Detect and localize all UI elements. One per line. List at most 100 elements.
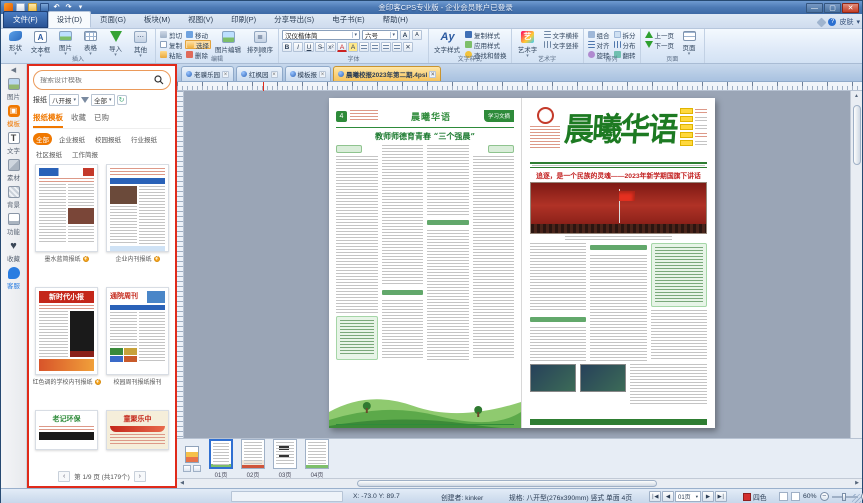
prev-page-button[interactable]: 上一页	[644, 30, 676, 39]
scroll-right-icon[interactable]: ▶	[852, 479, 862, 488]
insert-import-button[interactable]: 导入 ▾	[104, 30, 127, 56]
page-select[interactable]: 01页 ▾	[675, 491, 701, 502]
template-item[interactable]: 企业内刊报纸 ¥	[106, 164, 169, 281]
tab-favorites[interactable]: 收藏	[71, 110, 86, 128]
page-manager-button[interactable]: 页面 ▾	[677, 30, 701, 56]
paper-size-select[interactable]: 八开报 ▾	[49, 94, 79, 106]
newspaper-page-right[interactable]: 晨曦华语 追逐，是一个民族的灵魂——2023年新学期国旗下讲话	[522, 98, 715, 428]
newspaper-page-left[interactable]: 4 晨曦华语 学习文摘 教师师德育青春 “三个强晨”	[329, 98, 522, 428]
text-style-button[interactable]: Ay 文字样式	[432, 30, 462, 56]
color-mode[interactable]: 四色	[743, 491, 767, 502]
insert-shape-button[interactable]: 形状 ▾	[4, 30, 27, 56]
rail-item-functions[interactable]: 功能	[2, 213, 26, 236]
align-objects-button[interactable]: 对齐	[587, 40, 611, 49]
cut-button[interactable]: 剪切	[159, 30, 183, 39]
shrink-font-button[interactable]: A	[412, 30, 422, 40]
align-right-button[interactable]	[381, 42, 391, 52]
page-spread[interactable]: 4 晨曦华语 学习文摘 教师师德育青春 “三个强晨”	[329, 98, 715, 428]
copy-button[interactable]: 复制	[159, 40, 183, 49]
template-item[interactable]: 老记环保	[35, 410, 98, 468]
help-icon[interactable]: ?	[828, 18, 836, 26]
style-icon[interactable]	[817, 17, 827, 27]
vertical-scrollbar[interactable]: ▲	[850, 91, 862, 438]
wordart-button[interactable]: 艺 艺术字 ▾	[515, 30, 541, 56]
chip-community[interactable]: 社区报纸	[33, 148, 65, 160]
distribute-button[interactable]: 分布	[613, 40, 637, 49]
search-box[interactable]	[33, 70, 171, 90]
chip-industry[interactable]: 行业报纸	[128, 133, 160, 145]
text-horizontal-button[interactable]: 文字横排	[543, 30, 580, 39]
template-item[interactable]: 新时代小报 红色调的学校内刊报纸 ¥	[35, 287, 98, 404]
filter-funnel-icon[interactable]	[81, 97, 89, 103]
tab-ebook[interactable]: 电子书(E)	[323, 11, 374, 28]
horizontal-scrollbar[interactable]: ◀ ▶	[177, 478, 862, 488]
close-tab-icon[interactable]: ×	[271, 71, 278, 78]
skin-menu[interactable]: 皮肤	[839, 17, 853, 27]
page-thumbnail[interactable]: 04页	[305, 439, 329, 479]
grow-font-button[interactable]: A	[400, 30, 410, 40]
align-left-button[interactable]	[359, 42, 369, 52]
maximize-button[interactable]: ▢	[824, 3, 841, 13]
font-size-combo[interactable]: 六号 ▾	[362, 30, 398, 40]
first-page-icon[interactable]: ∣◀	[649, 491, 661, 502]
rail-item-text[interactable]: T 文字	[2, 132, 26, 155]
zoom-out-icon[interactable]: −	[820, 492, 829, 501]
italic-button[interactable]: I	[293, 42, 303, 52]
template-thumbnail[interactable]: 通院周刊	[106, 287, 169, 375]
template-thumbnail[interactable]	[106, 164, 169, 252]
font-family-combo[interactable]: 汉仪楷体简 ▾	[282, 30, 360, 40]
next-page-icon[interactable]: ›	[134, 471, 146, 482]
group-button[interactable]: 组合	[587, 30, 611, 39]
order-button[interactable]: ≣ 排列顺序 ▾	[245, 30, 275, 56]
document-tab-active[interactable]: 晨曦校报2023年第二期.4psl ×	[333, 66, 441, 81]
rail-item-images[interactable]: 图片	[2, 78, 26, 101]
rail-item-support[interactable]: 客服	[2, 267, 26, 290]
font-color-button[interactable]: A	[337, 42, 347, 52]
add-page-icon[interactable]	[185, 446, 199, 463]
scroll-left-icon[interactable]: ◀	[177, 479, 187, 488]
template-item[interactable]: 墨水蓝简报纸 ¥	[35, 164, 98, 281]
tab-page[interactable]: 页面(G)	[91, 11, 135, 28]
document-tab[interactable]: 红枫园 ×	[236, 66, 283, 81]
justify-button[interactable]	[392, 42, 402, 52]
document-tab[interactable]: 老骥乐园 ×	[181, 66, 234, 81]
rail-item-assets[interactable]: 素材	[2, 159, 26, 182]
tab-file[interactable]: 文件(F)	[3, 11, 48, 28]
image-edit-button[interactable]: 图片编辑	[213, 30, 243, 56]
tab-purchased[interactable]: 已购	[94, 110, 109, 128]
template-thumbnail[interactable]: 新时代小报	[35, 287, 98, 375]
rail-item-background[interactable]: 背景	[2, 186, 26, 209]
previous-page-icon[interactable]: ◀	[662, 491, 674, 502]
template-thumbnail[interactable]: 童聚乐中	[106, 410, 169, 450]
tab-block[interactable]: 板块(M)	[135, 11, 179, 28]
chip-enterprise[interactable]: 企业报纸	[56, 133, 88, 145]
template-item[interactable]: 通院周刊	[106, 287, 169, 404]
skin-caret-icon[interactable]: ▾	[856, 18, 860, 26]
clear-format-button[interactable]: ✕	[403, 42, 413, 52]
page-thumbnail[interactable]: 03页	[273, 439, 297, 479]
chip-campus[interactable]: 校园报纸	[92, 133, 124, 145]
template-thumbnail[interactable]: 老记环保	[35, 410, 98, 450]
tab-print[interactable]: 印刷(P)	[222, 11, 265, 28]
tab-design[interactable]: 设计(D)	[48, 11, 91, 28]
scrollbar-thumb[interactable]	[357, 480, 657, 487]
horizontal-ruler[interactable]	[177, 82, 862, 91]
collapse-panel-icon[interactable]: ◀	[11, 66, 16, 74]
search-input[interactable]	[40, 77, 151, 84]
template-thumbnail[interactable]	[35, 164, 98, 252]
insert-textbox-button[interactable]: A 文本框 ▾	[29, 30, 52, 56]
tab-share-export[interactable]: 分享导出(S)	[265, 11, 323, 28]
zoom-slider-knob[interactable]	[842, 493, 846, 501]
insert-image-button[interactable]: 图片 ▾	[54, 30, 77, 56]
close-tab-icon[interactable]: ×	[429, 71, 436, 78]
close-tab-icon[interactable]: ×	[222, 71, 229, 78]
refresh-icon[interactable]: ↻	[117, 95, 127, 105]
last-page-icon[interactable]: ▶∣	[715, 491, 727, 502]
strikethrough-button[interactable]: S̶	[315, 42, 325, 52]
scope-select[interactable]: 全部 ▾	[91, 94, 115, 106]
page-thumbnail[interactable]: 01页	[209, 439, 233, 479]
prev-page-icon[interactable]: ‹	[58, 471, 70, 482]
rail-item-favorites[interactable]: 收藏	[2, 240, 26, 263]
vertical-ruler[interactable]	[177, 91, 184, 438]
search-icon[interactable]	[154, 75, 164, 85]
